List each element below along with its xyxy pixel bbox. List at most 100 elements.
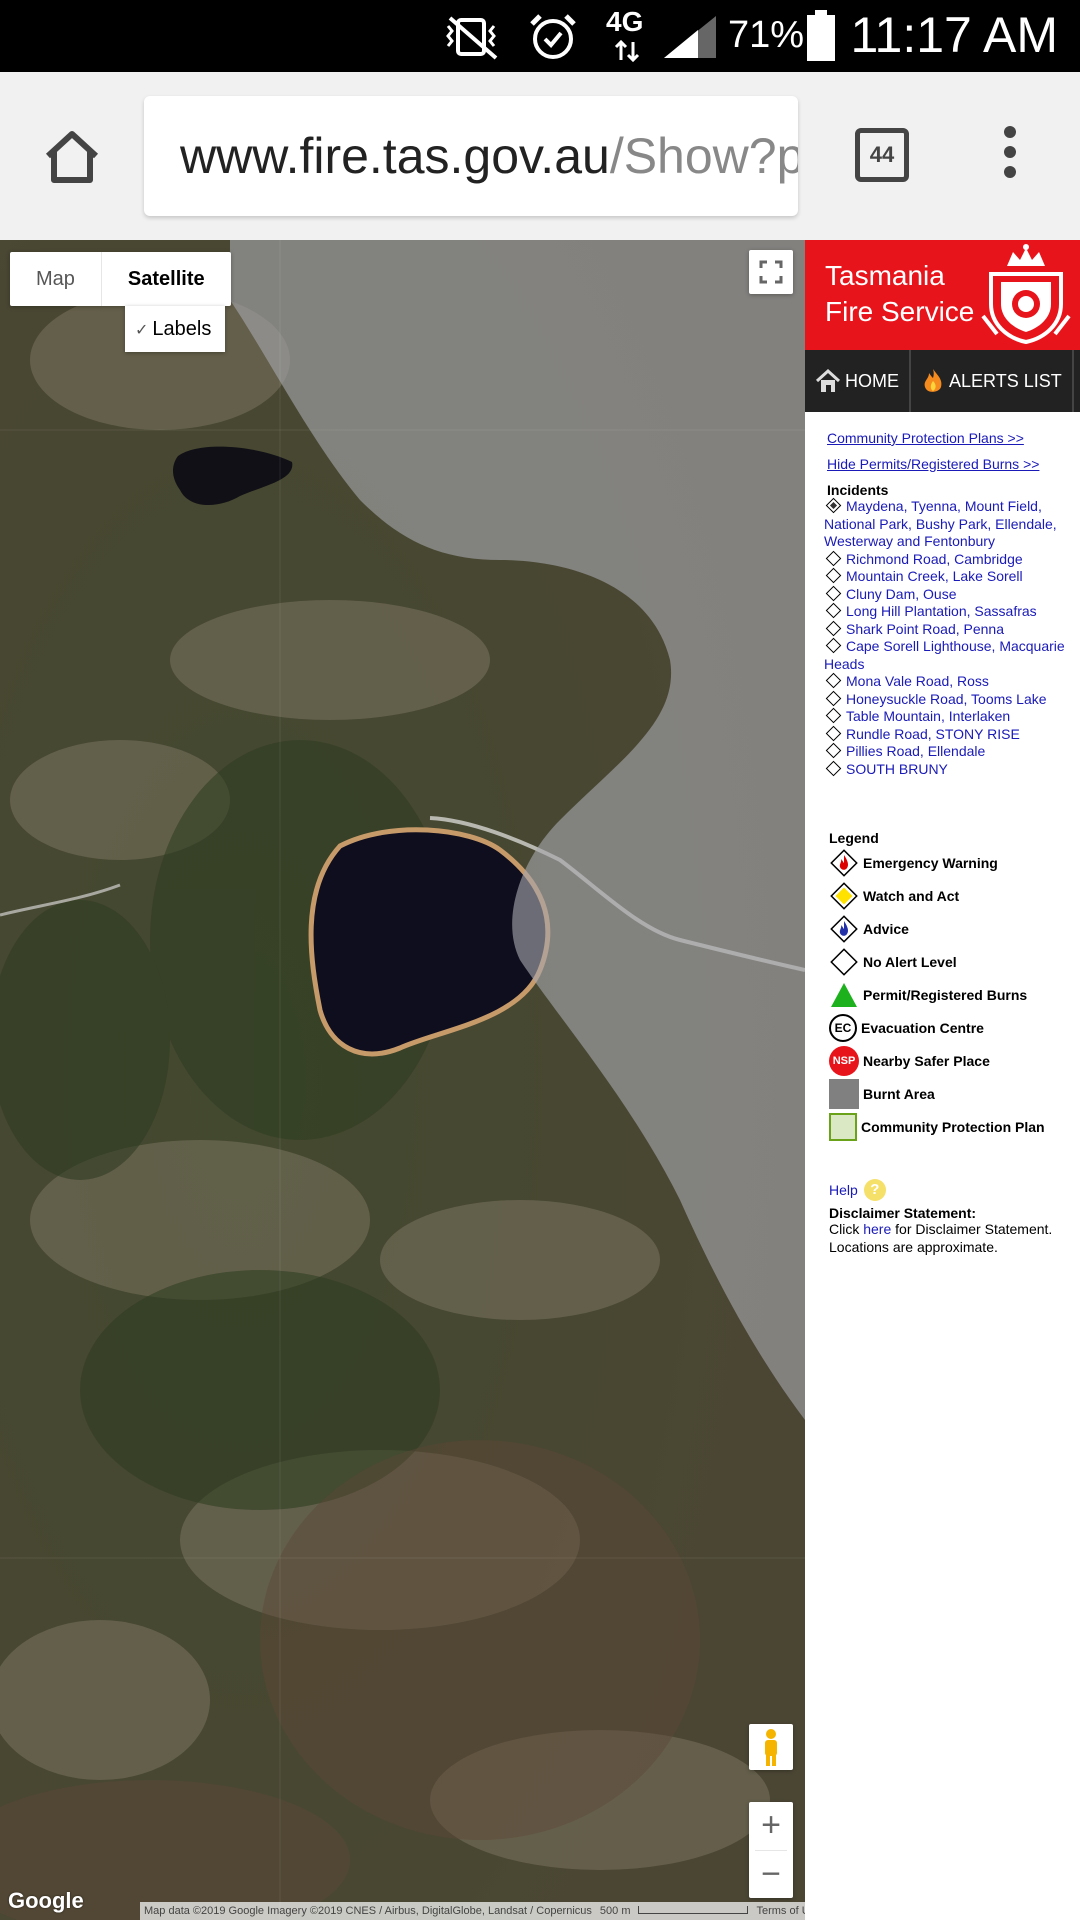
incident-item[interactable]: Richmond Road, Cambridge [824, 550, 1080, 569]
vibrate-mute-icon [446, 16, 498, 60]
incident-item[interactable]: Maydena, Tyenna, Mount Field, National P… [824, 497, 1080, 551]
no-alert-diamond-icon [825, 707, 842, 724]
map-view[interactable]: Map Satellite ✓ Labels + − Google Map dat… [0, 240, 805, 1920]
incident-item[interactable]: Rundle Road, STONY RISE [824, 725, 1080, 744]
nav-alerts-label: ALERTS LIST [949, 370, 1062, 391]
emergency-warning-icon [830, 848, 858, 877]
incident-label: Long Hill Plantation, Sassafras [846, 603, 1037, 619]
incident-label: SOUTH BRUNY [846, 760, 948, 777]
disclaimer-post: for Disclaimer Statement. [891, 1221, 1053, 1237]
google-logo: Google [8, 1888, 84, 1913]
nav-home-label: HOME [845, 370, 899, 391]
map-attribution: Map data ©2019 Google Imagery ©2019 CNES… [140, 1902, 805, 1920]
incident-item[interactable]: Long Hill Plantation, Sassafras [824, 602, 1080, 621]
overflow-menu-icon[interactable] [998, 126, 1022, 186]
incident-item[interactable]: Table Mountain, Interlaken [824, 707, 1080, 726]
evac-badge-text: EC [834, 1020, 852, 1035]
incident-item[interactable]: Shark Point Road, Penna [824, 620, 1080, 639]
legend-item: Burnt Area [829, 1077, 1080, 1110]
incident-item[interactable]: Cluny Dam, Ouse [824, 585, 1080, 604]
legend-item: No Alert Level [829, 945, 1080, 978]
no-alert-diamond-icon [825, 672, 842, 689]
incident-label: Shark Point Road, Penna [846, 620, 1004, 637]
terms-link[interactable]: Terms of Use [756, 1902, 805, 1920]
tabs-icon[interactable]: 44 [855, 128, 909, 182]
url-path: /Show?p [609, 128, 798, 184]
fullscreen-button[interactable] [749, 250, 793, 294]
help-link[interactable]: Help [829, 1182, 858, 1198]
battery-icon [807, 10, 835, 61]
no-alert-diamond-icon [825, 585, 842, 601]
incident-label: Mountain Creek, Lake Sorell [846, 568, 1023, 584]
incident-item[interactable]: Honeysuckle Road, Tooms Lake [824, 690, 1080, 709]
incident-item[interactable]: Mountain Creek, Lake Sorell [824, 567, 1080, 586]
legend-label: Evacuation Centre [861, 1019, 984, 1036]
street-view-pegman[interactable] [749, 1724, 793, 1770]
battery-percent: 71% [728, 14, 805, 56]
legend-item: Emergency Warning [829, 846, 1080, 879]
nearby-safer-place-icon: NSP [829, 1045, 859, 1076]
incident-item[interactable]: Cape Sorell Lighthouse, Macquarie Heads [824, 637, 1080, 673]
incident-label: Maydena, Tyenna, Mount Field, National P… [824, 498, 1057, 549]
tfs-crest-icon [981, 244, 1071, 345]
incident-label: Cluny Dam, Ouse [846, 585, 957, 602]
org-name-line2: Fire Service [825, 296, 975, 327]
scale-label[interactable]: 500 m [600, 1902, 631, 1920]
zoom-in-button[interactable]: + [749, 1802, 793, 1850]
incident-item[interactable]: Pillies Road, Ellendale [824, 742, 1080, 761]
incident-label: Pillies Road, Ellendale [846, 743, 986, 759]
map-type-control: Map Satellite [10, 252, 231, 306]
legend-heading: Legend [829, 830, 879, 846]
scale-bar [638, 1906, 749, 1914]
incident-item[interactable]: Mona Vale Road, Ross [824, 672, 1080, 691]
legend-item: Permit/Registered Burns [829, 978, 1080, 1011]
legend-label: Nearby Safer Place [863, 1052, 990, 1069]
no-alert-diamond-icon [825, 725, 842, 741]
incident-list: Maydena, Tyenna, Mount Field, National P… [824, 497, 1080, 779]
disclaimer-here-link[interactable]: here [863, 1221, 891, 1237]
zoom-out-button[interactable]: − [749, 1851, 793, 1899]
hide-permits-link[interactable]: Hide Permits/Registered Burns >> [827, 456, 1080, 472]
zoom-control: + − [749, 1802, 793, 1898]
legend-item: Community Protection Plan [829, 1110, 1080, 1143]
no-alert-diamond-icon [825, 690, 842, 706]
legend-label: No Alert Level [863, 953, 957, 970]
community-protection-plans-link[interactable]: Community Protection Plans >> [827, 430, 1080, 446]
map-type-map-button[interactable]: Map [10, 252, 101, 306]
legend-item: Watch and Act [829, 879, 1080, 912]
watch-and-act-icon [830, 881, 858, 910]
disclaimer-pre: Click [829, 1221, 864, 1237]
home-icon[interactable] [42, 126, 102, 186]
incident-label: Rundle Road, STONY RISE [846, 725, 1020, 742]
nav-home[interactable]: HOME [805, 350, 911, 412]
no-alert-diamond-icon [825, 497, 842, 514]
url-host: www.fire.tas.gov.au [180, 128, 610, 184]
legend-item: Advice [829, 912, 1080, 945]
satellite-imagery [0, 240, 805, 1920]
url-bar[interactable]: www.fire.tas.gov.au/Show?p [144, 96, 798, 216]
no-alert-diamond-icon [825, 602, 842, 619]
signal-icon [664, 16, 716, 58]
browser-toolbar: www.fire.tas.gov.au/Show?p 44 [0, 72, 1080, 240]
nsp-badge-text: NSP [832, 1054, 856, 1067]
sidebar-content: Community Protection Plans >> Hide Permi… [805, 412, 1080, 1256]
help-icon[interactable]: ? [863, 1179, 886, 1201]
incident-label: Table Mountain, Interlaken [846, 708, 1011, 724]
legend-item: EC Evacuation Centre [829, 1011, 1080, 1044]
nav-alerts-list[interactable]: ALERTS LIST [911, 350, 1074, 412]
incident-label: Honeysuckle Road, Tooms Lake [846, 690, 1047, 707]
labels-checkbox[interactable]: ✓ Labels [125, 306, 225, 352]
no-alert-diamond-icon [825, 637, 842, 654]
pegman-icon [765, 1729, 777, 1766]
org-name-line1: Tasmania [825, 260, 945, 291]
help-row: Help ? [829, 1179, 1080, 1201]
no-alert-diamond-icon [825, 550, 842, 566]
disclaimer-text: Click here for Disclaimer Statement. Loc… [829, 1221, 1080, 1256]
legend-item: NSP Nearby Safer Place [829, 1044, 1080, 1077]
incident-item[interactable]: SOUTH BRUNY [824, 760, 1080, 779]
legend-label: Watch and Act [863, 887, 960, 904]
flame-icon [924, 369, 942, 392]
map-type-satellite-button[interactable]: Satellite [100, 252, 231, 306]
clock: 11:17 AM [850, 7, 1058, 63]
checkmark-icon: ✓ [135, 322, 149, 339]
